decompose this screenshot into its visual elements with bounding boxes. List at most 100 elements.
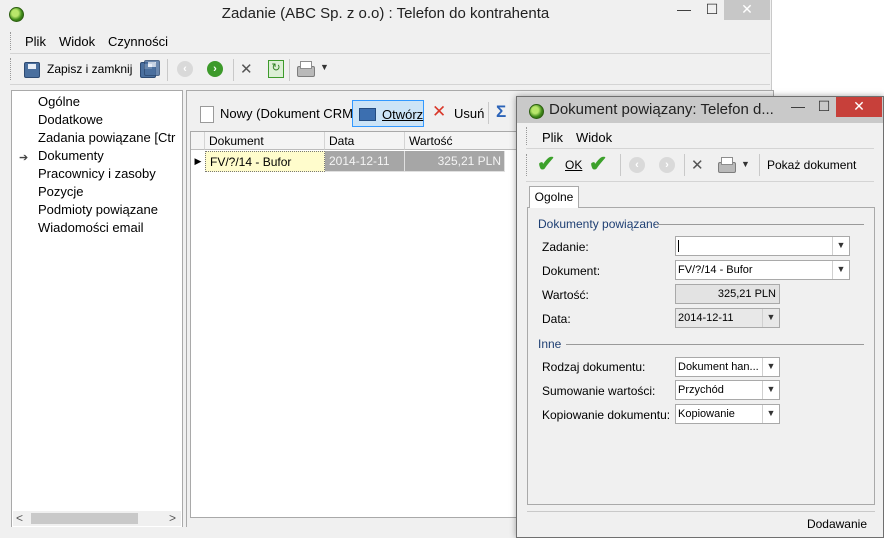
toolbar-separator [620, 154, 621, 176]
dialog-print-icon-paper [721, 157, 733, 165]
cell-document[interactable]: FV/?/14 - Bufor [205, 151, 325, 172]
ok-button[interactable]: ✔ OK [537, 153, 587, 177]
ok-check-icon: ✔ [537, 151, 556, 176]
delete-button[interactable]: Usuń [454, 106, 484, 121]
scroll-thumb[interactable] [31, 513, 138, 524]
nav-item-related-entities[interactable]: Podmioty powiązane [38, 202, 158, 217]
dialog-close-button[interactable]: ✕ [836, 97, 882, 117]
dialog-print-button[interactable] [717, 157, 737, 173]
chevron-down-icon[interactable]: ▼ [832, 261, 849, 279]
cell-date[interactable]: 2014-12-11 [325, 151, 405, 172]
open-icon [359, 108, 376, 121]
menu-file[interactable]: Plik [25, 34, 46, 49]
sum-label: Sumowanie wartości: [542, 384, 656, 398]
nav-selected-arrow-icon: ➔ [19, 152, 29, 164]
dialog-menu-view[interactable]: Widok [576, 130, 612, 145]
grid-column-document[interactable]: Dokument [205, 132, 325, 150]
copy-combo[interactable]: Kopiowanie ▼ [675, 404, 780, 424]
chevron-down-icon[interactable]: ▼ [762, 309, 779, 327]
minimize-button[interactable]: — [669, 0, 699, 20]
dialog-maximize-button[interactable]: ☐ [811, 97, 837, 117]
nav-item-employees[interactable]: Pracownicy i zasoby [38, 166, 156, 181]
text-cursor [678, 240, 679, 252]
back-icon[interactable]: ‹ [177, 61, 193, 77]
dialog-status: Dodawanie [806, 517, 867, 531]
toolbar-separator [289, 59, 290, 81]
save-close-button[interactable]: Zapisz i zamknij [18, 59, 158, 81]
chevron-down-icon[interactable]: ▼ [832, 237, 849, 255]
copy-label: Kopiowanie dokumentu: [542, 408, 671, 422]
doc-type-value: Dokument han... [678, 361, 759, 373]
toolbar-separator [167, 59, 168, 81]
table-row[interactable]: ▶ FV/?/14 - Bufor 2014-12-11 325,21 PLN [191, 151, 521, 172]
nav-scrollbar[interactable]: < > [13, 511, 181, 526]
menu-actions[interactable]: Czynności [108, 34, 168, 49]
task-combo[interactable]: ▼ [675, 236, 850, 256]
dialog-menu-file[interactable]: Plik [542, 130, 563, 145]
chevron-down-icon[interactable]: ▼ [762, 405, 779, 423]
dialog-status-divider [527, 511, 875, 512]
open-button[interactable]: Otwórz [352, 100, 424, 127]
forward-icon[interactable]: › [207, 61, 223, 77]
new-document-button[interactable]: Nowy (Dokument CRM) [220, 106, 357, 121]
close-button[interactable]: ✕ [724, 0, 770, 20]
delete-icon: ✕ [432, 102, 447, 121]
menubar-divider [10, 53, 770, 54]
save-close-label: Zapisz i zamknij [47, 62, 133, 76]
dialog-menubar-grip [526, 127, 530, 145]
menubar-grip [10, 32, 14, 50]
date-label: Data: [542, 312, 571, 326]
save-as-button[interactable] [139, 59, 161, 81]
nav-item-additional[interactable]: Dodatkowe [38, 112, 103, 127]
scroll-right-icon[interactable]: > [169, 511, 176, 525]
date-combo[interactable]: 2014-12-11 ▼ [675, 308, 780, 328]
sum-combo[interactable]: Przychód ▼ [675, 380, 780, 400]
show-document-button[interactable]: Pokaż dokument [767, 158, 856, 172]
print-dropdown-icon[interactable]: ▼ [320, 62, 329, 72]
grid-column-date[interactable]: Data [325, 132, 405, 150]
save-icon [24, 62, 40, 78]
group-related-documents: Dokumenty powiązane [538, 217, 660, 231]
dialog-print-dropdown-icon[interactable]: ▼ [741, 159, 750, 169]
chevron-down-icon[interactable]: ▼ [762, 358, 779, 376]
document-value: FV/?/14 - Bufor [678, 264, 753, 276]
nav-item-documents[interactable]: Dokumenty [38, 148, 104, 163]
toolbar-separator [684, 154, 685, 176]
menu-view[interactable]: Widok [59, 34, 95, 49]
print-button[interactable] [296, 61, 316, 77]
dialog-back-icon[interactable]: ‹ [629, 157, 645, 173]
nav-item-related-tasks[interactable]: Zadania powiązane [Ctr [38, 130, 175, 145]
dialog-logo-icon [529, 104, 544, 119]
toolbar-divider [10, 84, 770, 85]
main-titlebar: Zadanie (ABC Sp. z o.o) : Telefon do kon… [0, 0, 771, 30]
tab-general[interactable]: Ogolne [529, 186, 579, 208]
nav-item-general[interactable]: Ogólne [38, 94, 80, 109]
window-title: Zadanie (ABC Sp. z o.o) : Telefon do kon… [221, 5, 550, 22]
cell-value[interactable]: 325,21 PLN [405, 151, 505, 172]
documents-grid: Dokument Data Wartość ▶ FV/?/14 - Bufor … [190, 131, 522, 518]
dialog-tools-icon[interactable]: ✕ [691, 156, 704, 174]
dialog-titlebar: Dokument powiązany: Telefon d... — ☐ ✕ [517, 97, 883, 123]
doc-type-combo[interactable]: Dokument han... ▼ [675, 357, 780, 377]
toolbar-grip [10, 58, 14, 80]
refresh-icon[interactable]: ↻ [268, 60, 284, 78]
grid-column-value[interactable]: Wartość [405, 132, 521, 150]
dialog-title: Dokument powiązany: Telefon d... [549, 101, 774, 118]
toolbar-separator [233, 59, 234, 81]
dialog-forward-icon[interactable]: › [659, 157, 675, 173]
dialog-toolbar-grip [526, 154, 530, 176]
dialog-minimize-button[interactable]: — [783, 97, 813, 117]
tools-icon[interactable]: ✕ [240, 60, 253, 78]
copy-value: Kopiowanie [678, 408, 735, 420]
nav-item-emails[interactable]: Wiadomości email [38, 220, 143, 235]
sum-icon[interactable]: Σ [496, 102, 506, 122]
maximize-button[interactable]: ☐ [697, 0, 727, 20]
group-other-line [566, 344, 864, 345]
ok-new-check-icon[interactable]: ✔ [589, 153, 607, 175]
scroll-left-icon[interactable]: < [16, 511, 23, 525]
chevron-down-icon[interactable]: ▼ [762, 381, 779, 399]
nav-item-positions[interactable]: Pozycje [38, 184, 84, 199]
document-combo[interactable]: FV/?/14 - Bufor ▼ [675, 260, 850, 280]
toolbar-separator [759, 154, 760, 176]
toolbar-separator [488, 102, 489, 124]
